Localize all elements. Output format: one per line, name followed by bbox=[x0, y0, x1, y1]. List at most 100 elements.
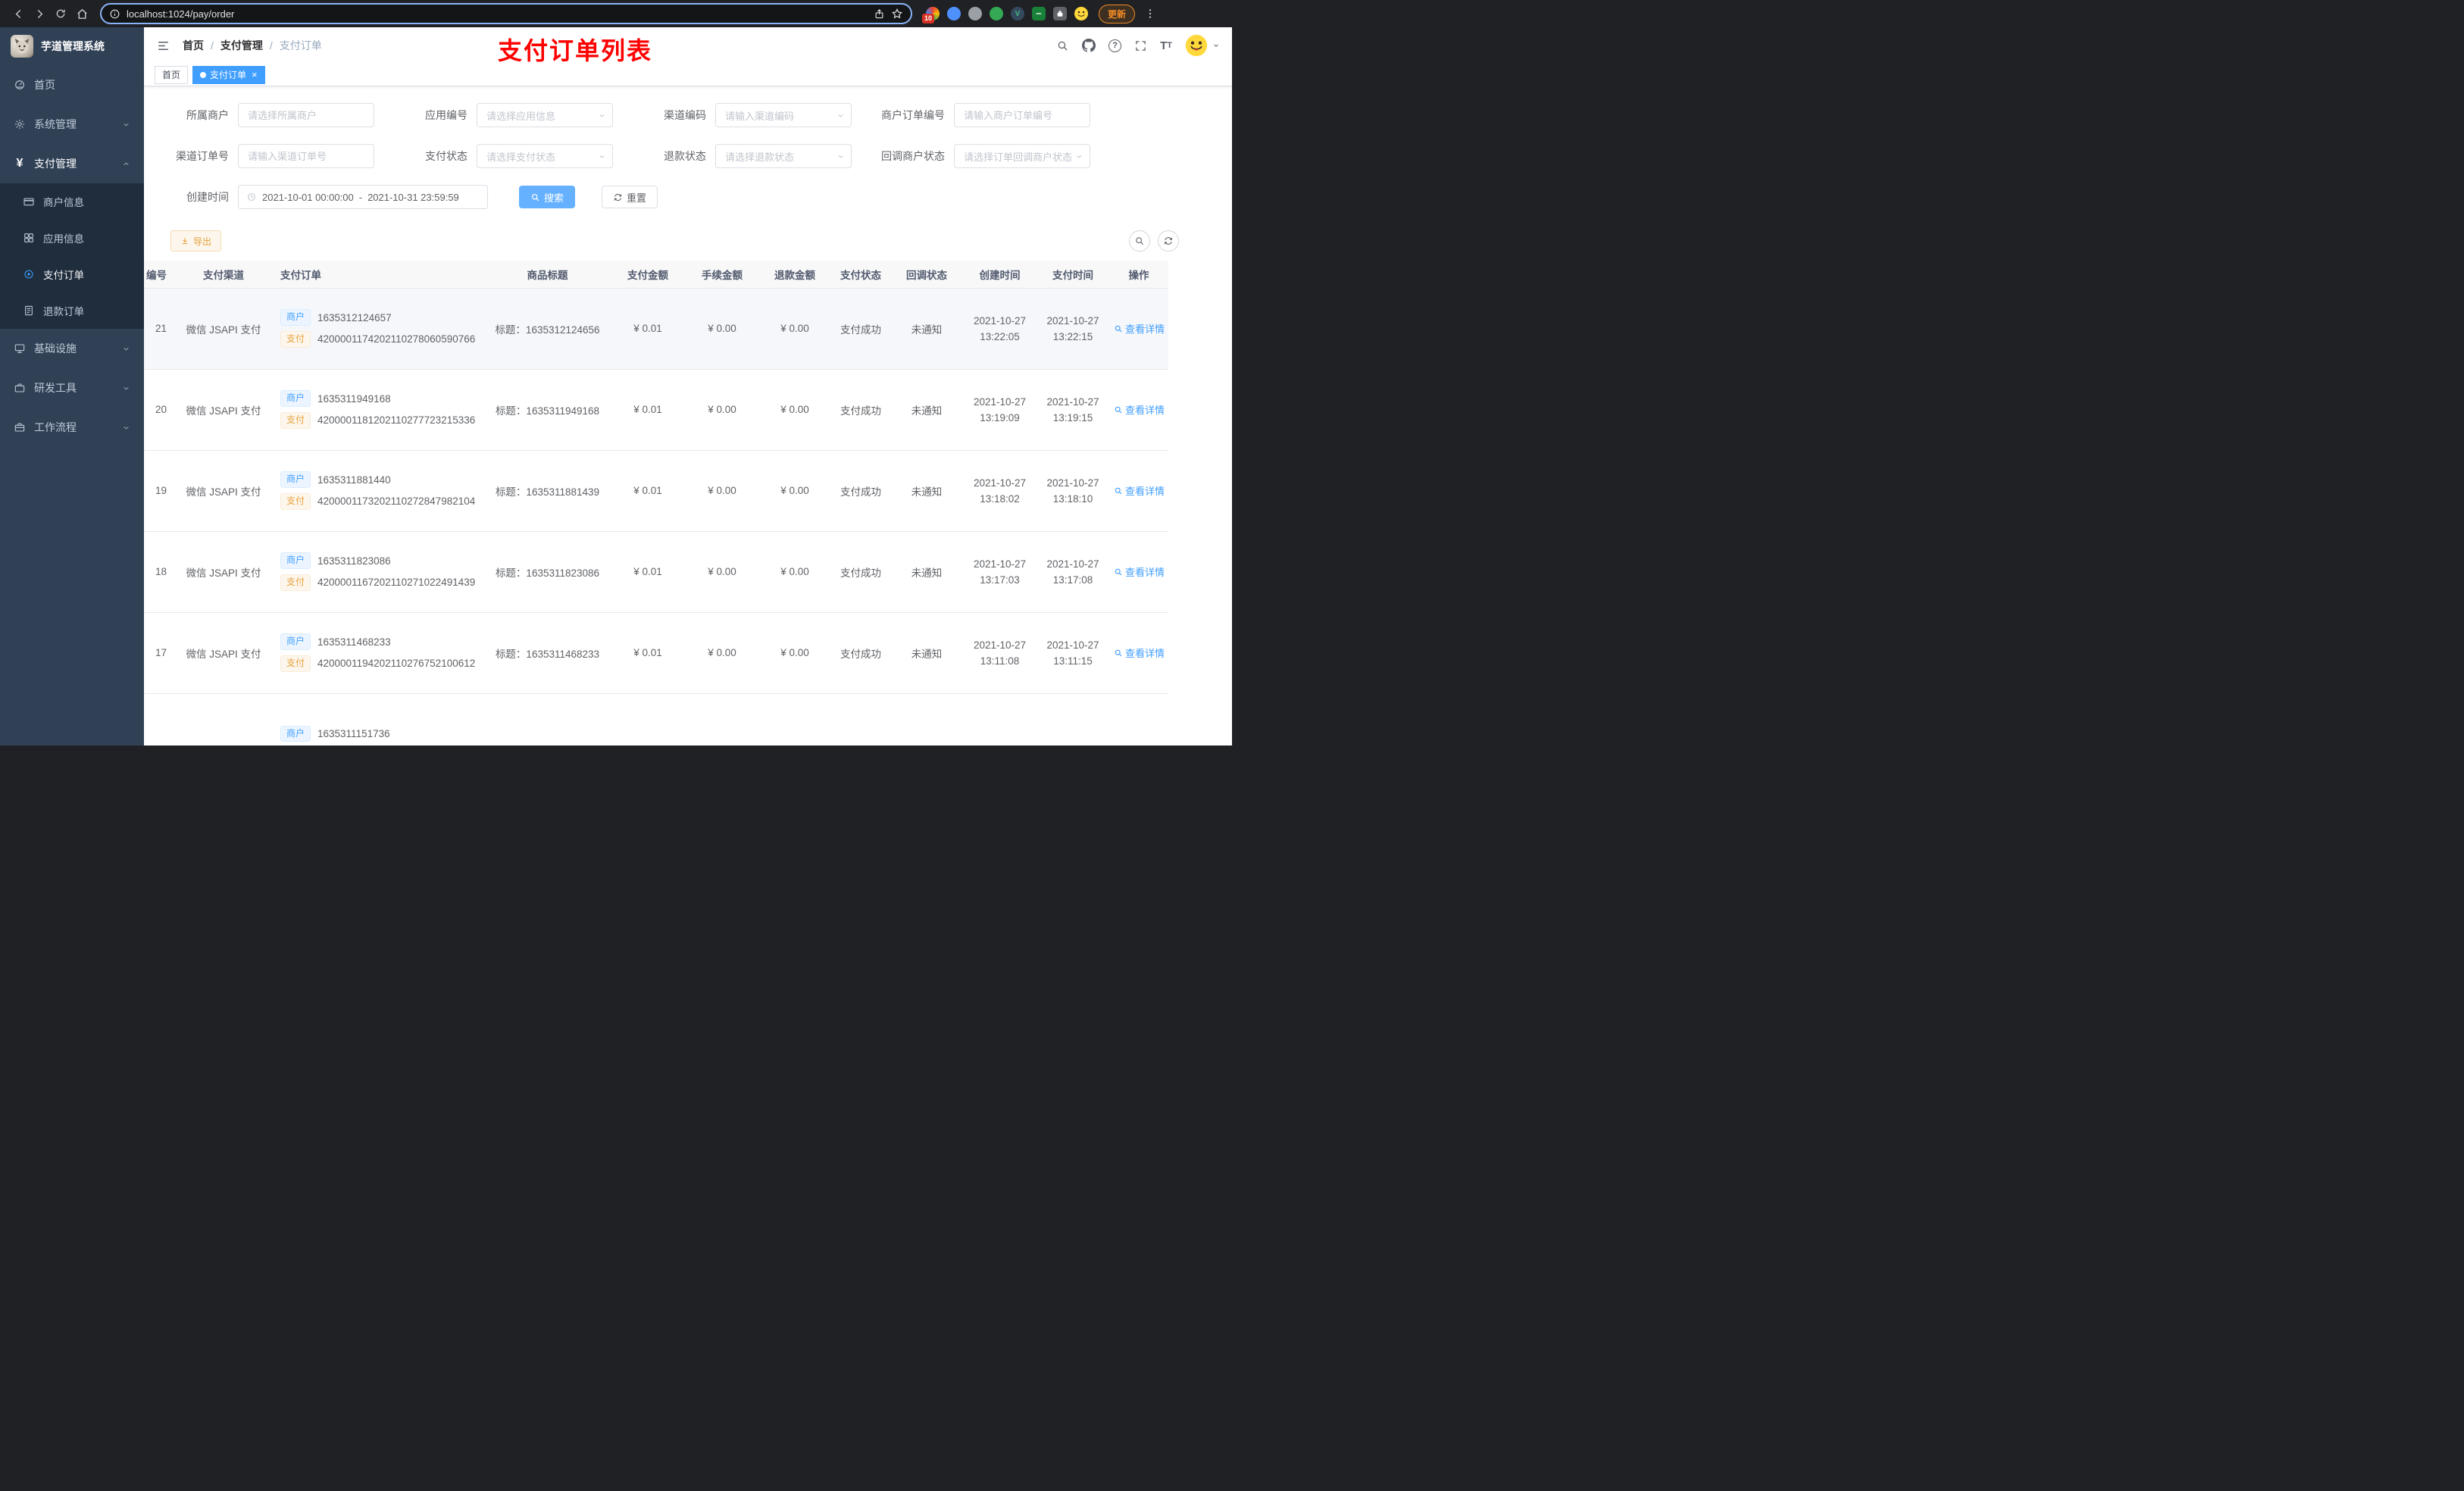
profile-avatar[interactable] bbox=[1074, 7, 1088, 20]
merchant-order-no: 1635311881440 bbox=[317, 474, 391, 486]
font-size-icon[interactable]: TT bbox=[1160, 40, 1172, 52]
cell-fee: ¥ 0.00 bbox=[686, 612, 758, 694]
filter-label: 所属商户 bbox=[186, 109, 229, 121]
channel-transaction-no: 4200001194202110276752100612 bbox=[317, 658, 476, 670]
merchant-order-no-input[interactable] bbox=[954, 103, 1090, 127]
sidebar-item-payment[interactable]: ¥ 支付管理 bbox=[0, 144, 144, 183]
table-header-row: 编号 支付渠道 支付订单 商品标题 支付金额 手续金额 退款金额 支付状态 回调… bbox=[144, 261, 1168, 289]
cell-refund: ¥ 0.00 bbox=[758, 450, 831, 532]
sidebar-item-merchant-info[interactable]: 商户信息 bbox=[0, 183, 144, 220]
address-bar[interactable]: localhost:1024/pay/order bbox=[100, 3, 912, 24]
share-icon[interactable] bbox=[874, 8, 885, 20]
refresh-table-button[interactable] bbox=[1158, 230, 1179, 252]
view-detail-link[interactable]: 查看详情 bbox=[1114, 564, 1165, 579]
cell-pay-time: 2021-10-27 13:19:15 bbox=[1037, 369, 1109, 451]
search-button[interactable]: 搜索 bbox=[519, 186, 576, 208]
info-icon[interactable] bbox=[109, 8, 120, 20]
sidebar-item-label: 退款订单 bbox=[43, 306, 84, 317]
back-icon[interactable] bbox=[8, 3, 29, 24]
cell-create-time bbox=[963, 693, 1037, 746]
merchant-order-no: 1635311468233 bbox=[317, 636, 391, 648]
channel-order-no-input[interactable] bbox=[238, 144, 374, 168]
puzzle-icon[interactable] bbox=[1053, 7, 1067, 20]
cell-actions: 查看详情 bbox=[1109, 369, 1168, 451]
magnifier-icon bbox=[1115, 487, 1122, 494]
sidebar-item-label: 首页 bbox=[34, 79, 55, 91]
tab-home[interactable]: 首页 bbox=[155, 65, 189, 84]
cell-notify: 未通知 bbox=[890, 369, 963, 451]
cell-status: 支付成功 bbox=[831, 612, 890, 694]
star-icon[interactable] bbox=[891, 8, 903, 20]
app-no-select[interactable]: 请选择应用信息 bbox=[477, 103, 613, 127]
view-detail-link[interactable]: 查看详情 bbox=[1114, 402, 1165, 417]
refund-status-select[interactable]: 请选择退款状态 bbox=[715, 144, 852, 168]
breadcrumb-home[interactable]: 首页 bbox=[183, 38, 204, 53]
col-title: 商品标题 bbox=[485, 261, 610, 289]
filter-label: 回调商户状态 bbox=[881, 150, 945, 162]
close-icon[interactable]: × bbox=[252, 70, 258, 80]
cell-actions: 查看详情 bbox=[1109, 450, 1168, 532]
extension-icon-book[interactable] bbox=[1032, 7, 1046, 20]
forward-icon[interactable] bbox=[29, 3, 50, 24]
sidebar-item-app-info[interactable]: 应用信息 bbox=[0, 220, 144, 256]
home-icon[interactable] bbox=[71, 3, 92, 24]
sidebar-item-system[interactable]: 系统管理 bbox=[0, 105, 144, 144]
extension-icon-green[interactable] bbox=[990, 7, 1003, 20]
merchant-tag: 商户 bbox=[280, 471, 311, 488]
search-button-label: 搜索 bbox=[544, 192, 564, 204]
breadcrumb-payment[interactable]: 支付管理 bbox=[220, 38, 263, 53]
github-icon[interactable] bbox=[1082, 39, 1096, 52]
sidebar-item-infrastructure[interactable]: 基础设施 bbox=[0, 329, 144, 368]
cell-amount: ¥ 0.01 bbox=[610, 288, 686, 370]
search-icon[interactable] bbox=[1056, 39, 1069, 52]
grid-icon bbox=[24, 233, 33, 242]
cell-channel: 微信 JSAPI 支付 bbox=[174, 531, 273, 613]
sidebar-item-label: 支付订单 bbox=[43, 270, 84, 281]
update-button[interactable]: 更新 bbox=[1099, 4, 1136, 23]
breadcrumb-separator: / bbox=[211, 39, 214, 52]
cell-create-time: 2021-10-27 13:17:03 bbox=[963, 531, 1037, 613]
extension-icon-gray[interactable] bbox=[968, 7, 982, 20]
tab-pay-order[interactable]: 支付订单 × bbox=[192, 65, 265, 84]
export-button[interactable]: 导出 bbox=[170, 230, 222, 252]
cell-channel: 微信 JSAPI 支付 bbox=[174, 612, 273, 694]
cell-amount: ¥ 0.01 bbox=[610, 612, 686, 694]
cell-pay-time: 2021-10-27 13:17:08 bbox=[1037, 531, 1109, 613]
cell-pay-time: 2021-10-27 13:22:15 bbox=[1037, 288, 1109, 370]
cell-amount: ¥ 0.01 bbox=[610, 369, 686, 451]
sidebar-item-pay-order[interactable]: 支付订单 bbox=[0, 256, 144, 292]
pay-tag: 支付 bbox=[280, 412, 311, 429]
sidebar: 芋道管理系统 首页 系统管理 ¥ 支付管理 商户信息 应用信息 支付订单 退款订… bbox=[0, 27, 144, 746]
reload-icon[interactable] bbox=[50, 3, 71, 24]
chevron-down-icon bbox=[124, 426, 129, 429]
view-detail-link[interactable]: 查看详情 bbox=[1114, 321, 1165, 336]
reset-button[interactable]: 重置 bbox=[602, 186, 658, 208]
sidebar-item-home[interactable]: 首页 bbox=[0, 65, 144, 105]
menu-dots-icon[interactable] bbox=[1140, 3, 1161, 24]
cell-notify: 未通知 bbox=[890, 288, 963, 370]
cell-actions: 查看详情 bbox=[1109, 531, 1168, 613]
sidebar-item-dev-tools[interactable]: 研发工具 bbox=[0, 368, 144, 408]
col-channel: 支付渠道 bbox=[174, 261, 273, 289]
create-time-range[interactable]: 2021-10-01 00:00:00 - 2021-10-31 23:59:5… bbox=[238, 185, 488, 209]
sidebar-item-refund-order[interactable]: 退款订单 bbox=[0, 292, 144, 329]
filter-label: 创建时间 bbox=[186, 191, 229, 203]
sidebar-item-workflow[interactable]: 工作流程 bbox=[0, 408, 144, 447]
table-body: 21 微信 JSAPI 支付 商户 1635312124657 支付 42000… bbox=[144, 288, 1168, 746]
vue-devtools-icon[interactable]: V bbox=[1011, 7, 1024, 20]
notify-status-select[interactable]: 请选择订单回调商户状态 bbox=[954, 144, 1090, 168]
help-icon[interactable]: ? bbox=[1108, 39, 1122, 52]
channel-code-select[interactable]: 请输入渠道编码 bbox=[715, 103, 852, 127]
extension-icon-blue[interactable] bbox=[947, 7, 961, 20]
view-detail-link[interactable]: 查看详情 bbox=[1114, 483, 1165, 498]
hamburger-icon[interactable] bbox=[156, 39, 170, 53]
pay-status-select[interactable]: 请选择支付状态 bbox=[477, 144, 613, 168]
view-detail-link[interactable]: 查看详情 bbox=[1114, 645, 1165, 660]
toggle-search-button[interactable] bbox=[1129, 230, 1150, 252]
user-avatar[interactable] bbox=[1185, 34, 1220, 57]
merchant-input[interactable] bbox=[238, 103, 374, 127]
extension-icon-colorful[interactable]: 10 bbox=[922, 7, 940, 23]
fullscreen-icon[interactable] bbox=[1134, 39, 1147, 52]
app-logo-row[interactable]: 芋道管理系统 bbox=[0, 27, 144, 65]
chevron-down-icon bbox=[838, 155, 843, 158]
